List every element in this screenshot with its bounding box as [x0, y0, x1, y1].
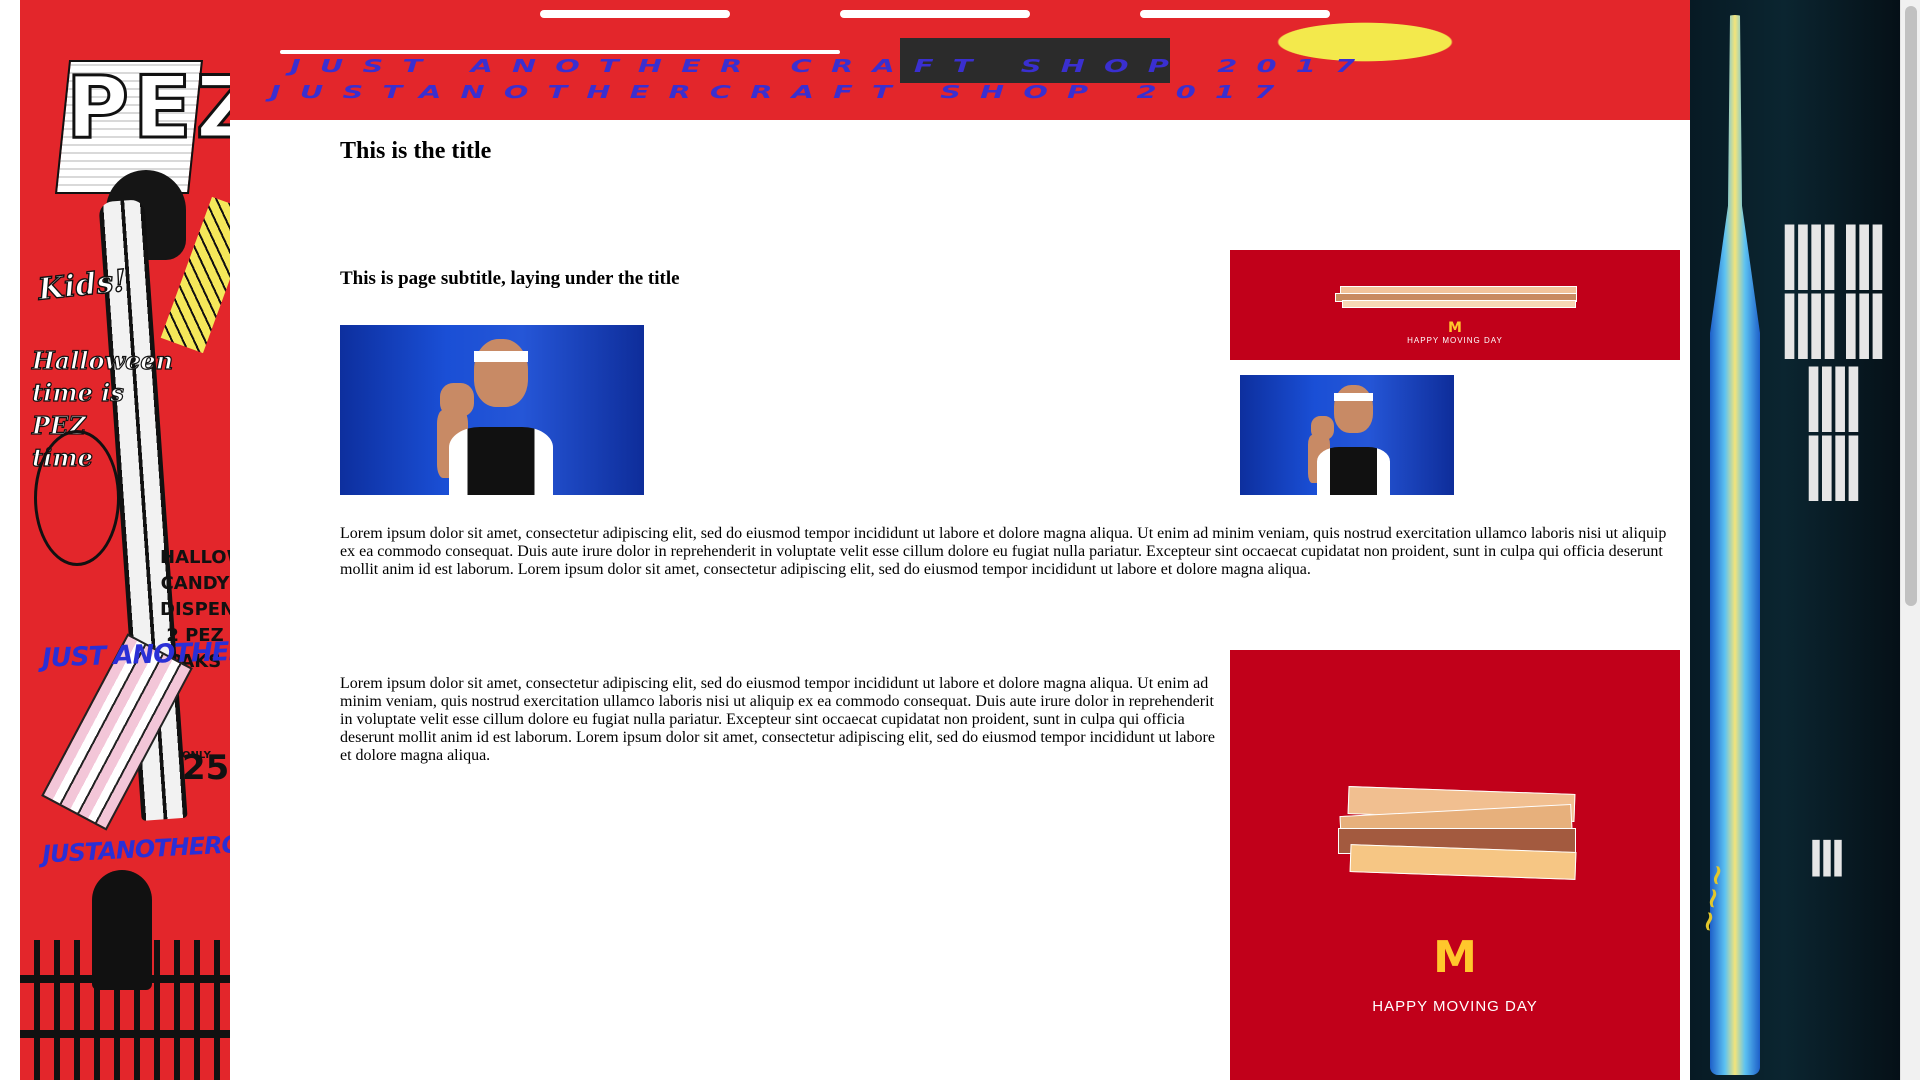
mcdonalds-tagline-small: HAPPY MOVING DAY [1407, 336, 1503, 345]
page: PEZ Kids! Halloween time is PEZ time HAL… [0, 0, 1920, 1080]
top-banner-text-1: JUST ANOTHER CRAFT SHOP 2017 [290, 56, 1375, 77]
shop-text-2: JUSTANOTHERCRAFT SHOP 2017 [41, 819, 230, 869]
player-body [1317, 447, 1390, 495]
left-banner-ad[interactable]: PEZ Kids! Halloween time is PEZ time HAL… [20, 0, 230, 1080]
scrollbar-thumb[interactable] [1905, 6, 1917, 606]
mcdonalds-ad-small[interactable]: M HAPPY MOVING DAY [1230, 250, 1680, 360]
price-label: 25¢ [182, 748, 230, 788]
page-subtitle: This is page subtitle, laying under the … [340, 268, 680, 289]
circle-decoration [34, 430, 120, 566]
banner-stripe [840, 10, 1030, 18]
player-head [473, 338, 529, 407]
player-head [1334, 384, 1373, 433]
right-banner-ad[interactable]: ▮▮▮▮ ▮▮▮ ▮▮▮▮ ▮▮▮ ▮▮▮▮ ▮▮▮▮ ▮▮▮ ~~~ [1690, 0, 1900, 1080]
fence-rail-top [20, 975, 230, 983]
player-headband [1334, 393, 1373, 402]
pez-logo-text: PEZ [64, 57, 230, 160]
top-banner-text-2: JUSTANOTHERCRAFT SHOP 2017 [270, 82, 1294, 103]
player-body [449, 427, 553, 495]
tennis-player-image-large [340, 325, 644, 495]
shop-text-1: JUST ANOTHER CRAFT SHOP 2017 [41, 627, 230, 674]
player-fist [440, 382, 474, 417]
right-banner-subtext: ▮▮▮ [1810, 825, 1844, 883]
banner-stripe [540, 10, 730, 18]
color-swatch [1342, 300, 1576, 308]
player-fist [1310, 415, 1335, 440]
tennis-player-image-small [1240, 375, 1454, 495]
page-title: This is the title [340, 138, 492, 164]
body-paragraph-1: Lorem ipsum dolor sit amet, consectetur … [340, 525, 1667, 578]
body-paragraph-2: Lorem ipsum dolor sit amet, consectetur … [340, 675, 1215, 764]
mcdonalds-ad-large[interactable]: M HAPPY MOVING DAY [1230, 650, 1680, 1080]
top-banner-ad[interactable]: JUST ANOTHER CRAFT SHOP 2017 JUSTANOTHER… [230, 0, 1690, 120]
player-headband [473, 350, 529, 363]
mcdonalds-logo: M [1448, 320, 1462, 336]
right-banner-headline: ▮▮▮▮ ▮▮▮ ▮▮▮▮ ▮▮▮ ▮▮▮▮ ▮▮▮▮ [1782, 203, 1884, 514]
banner-stripe [280, 50, 840, 54]
mcdonalds-tagline-large: HAPPY MOVING DAY [1372, 998, 1538, 1015]
fence-rail-bottom [20, 1030, 230, 1038]
fence-silhouette [20, 940, 230, 1080]
mcdonalds-logo: M [1433, 932, 1477, 983]
vertical-scrollbar[interactable] [1900, 0, 1920, 1080]
